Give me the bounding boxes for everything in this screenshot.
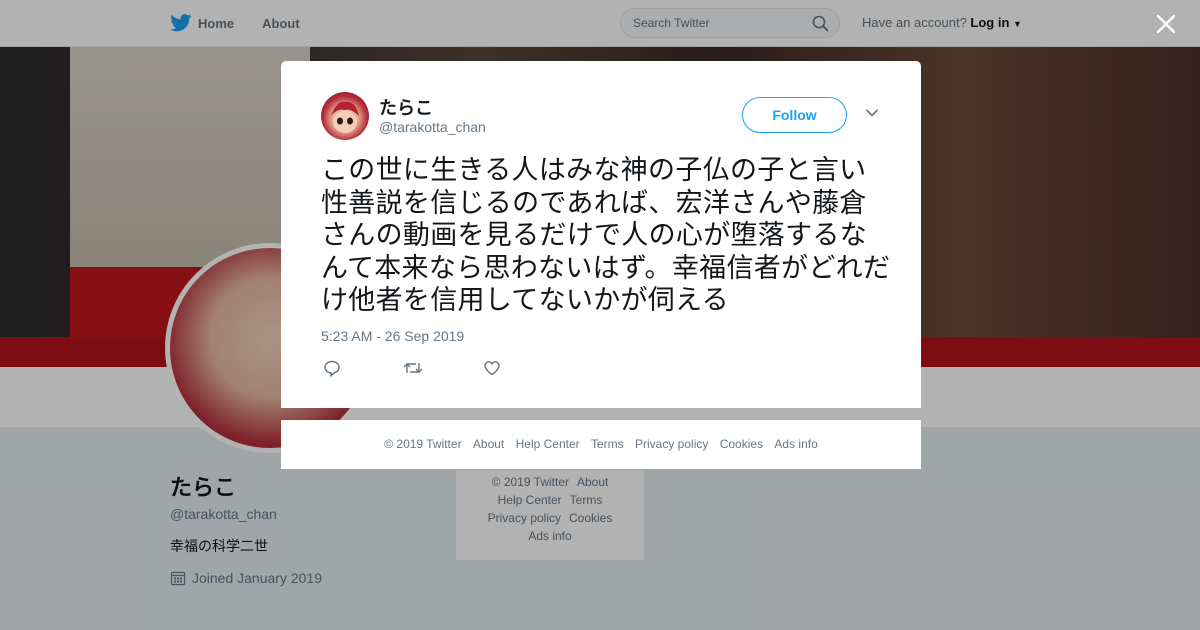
footer-copyright: © 2019 Twitter xyxy=(384,437,462,451)
footer-privacy-policy[interactable]: Privacy policy xyxy=(635,437,708,451)
footer-terms[interactable]: Terms xyxy=(591,437,624,451)
tweet-modal: たらこ @tarakotta_chan Follow この世に生きる人はみな神の… xyxy=(281,61,921,408)
chevron-down-icon[interactable] xyxy=(865,108,879,118)
footer-ads-info[interactable]: Ads info xyxy=(774,437,817,451)
retweet-icon[interactable] xyxy=(403,359,423,377)
footer-help-center[interactable]: Help Center xyxy=(516,437,580,451)
tweet-author-avatar[interactable] xyxy=(321,92,369,140)
tweet-author-name[interactable]: たらこ xyxy=(379,94,433,120)
avatar-face-icon xyxy=(331,101,359,133)
tweet-author-handle[interactable]: @tarakotta_chan xyxy=(379,119,486,135)
reply-icon[interactable] xyxy=(323,359,341,377)
tweet-timestamp[interactable]: 5:23 AM - 26 Sep 2019 xyxy=(321,328,464,344)
modal-footer: © 2019 Twitter About Help Center Terms P… xyxy=(281,420,921,469)
footer-about[interactable]: About xyxy=(473,437,504,451)
close-icon[interactable] xyxy=(1154,12,1178,36)
like-heart-icon[interactable] xyxy=(483,359,501,377)
follow-button[interactable]: Follow xyxy=(742,97,847,133)
footer-cookies[interactable]: Cookies xyxy=(720,437,763,451)
tweet-text: この世に生きる人はみな神の子仏の子と言い性善説を信じるのであれば、宏洋さんや藤倉… xyxy=(321,155,891,315)
